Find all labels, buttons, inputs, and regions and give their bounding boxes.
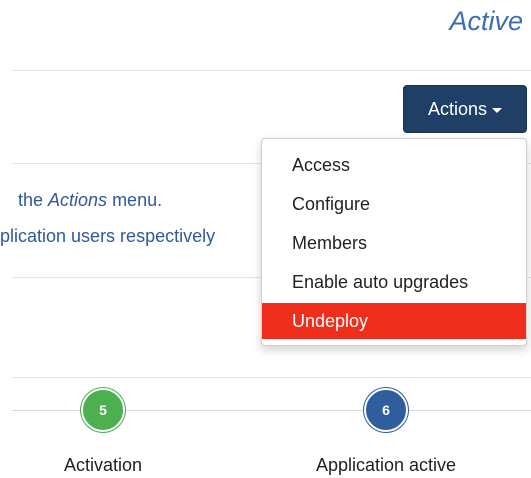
info-text-line-1: the Actions menu. — [18, 190, 162, 211]
step-label-application-active: Application active — [315, 455, 457, 475]
step-circle-activation: 5 — [81, 388, 125, 432]
page-title: Active — [449, 6, 523, 36]
actions-menu-reference: Actions — [48, 190, 108, 210]
actions-dropdown-menu: Access Configure Members Enable auto upg… — [261, 138, 527, 346]
step-label-activation: Activation — [63, 455, 143, 475]
actions-dropdown-button[interactable]: Actions — [403, 85, 527, 133]
info-text-prefix: the — [18, 190, 49, 210]
menu-item-configure[interactable]: Configure — [262, 185, 526, 224]
info-text-line-2: plication users respectively — [0, 226, 216, 246]
menu-item-members[interactable]: Members — [262, 224, 526, 263]
menu-item-enable-auto-upgrades[interactable]: Enable auto upgrades — [262, 263, 526, 302]
caret-down-icon — [492, 107, 503, 113]
step-circle-application-active: 6 — [364, 388, 408, 432]
menu-item-access[interactable]: Access — [262, 146, 526, 185]
divider-steps — [12, 377, 531, 378]
divider-top — [12, 70, 531, 71]
info-text-suffix: menu. — [107, 190, 163, 210]
menu-item-undeploy[interactable]: Undeploy — [262, 303, 526, 339]
actions-button-label: Actions — [427, 98, 488, 119]
application-details-page: Active Actions the Actions menu. plicati… — [0, 0, 531, 478]
